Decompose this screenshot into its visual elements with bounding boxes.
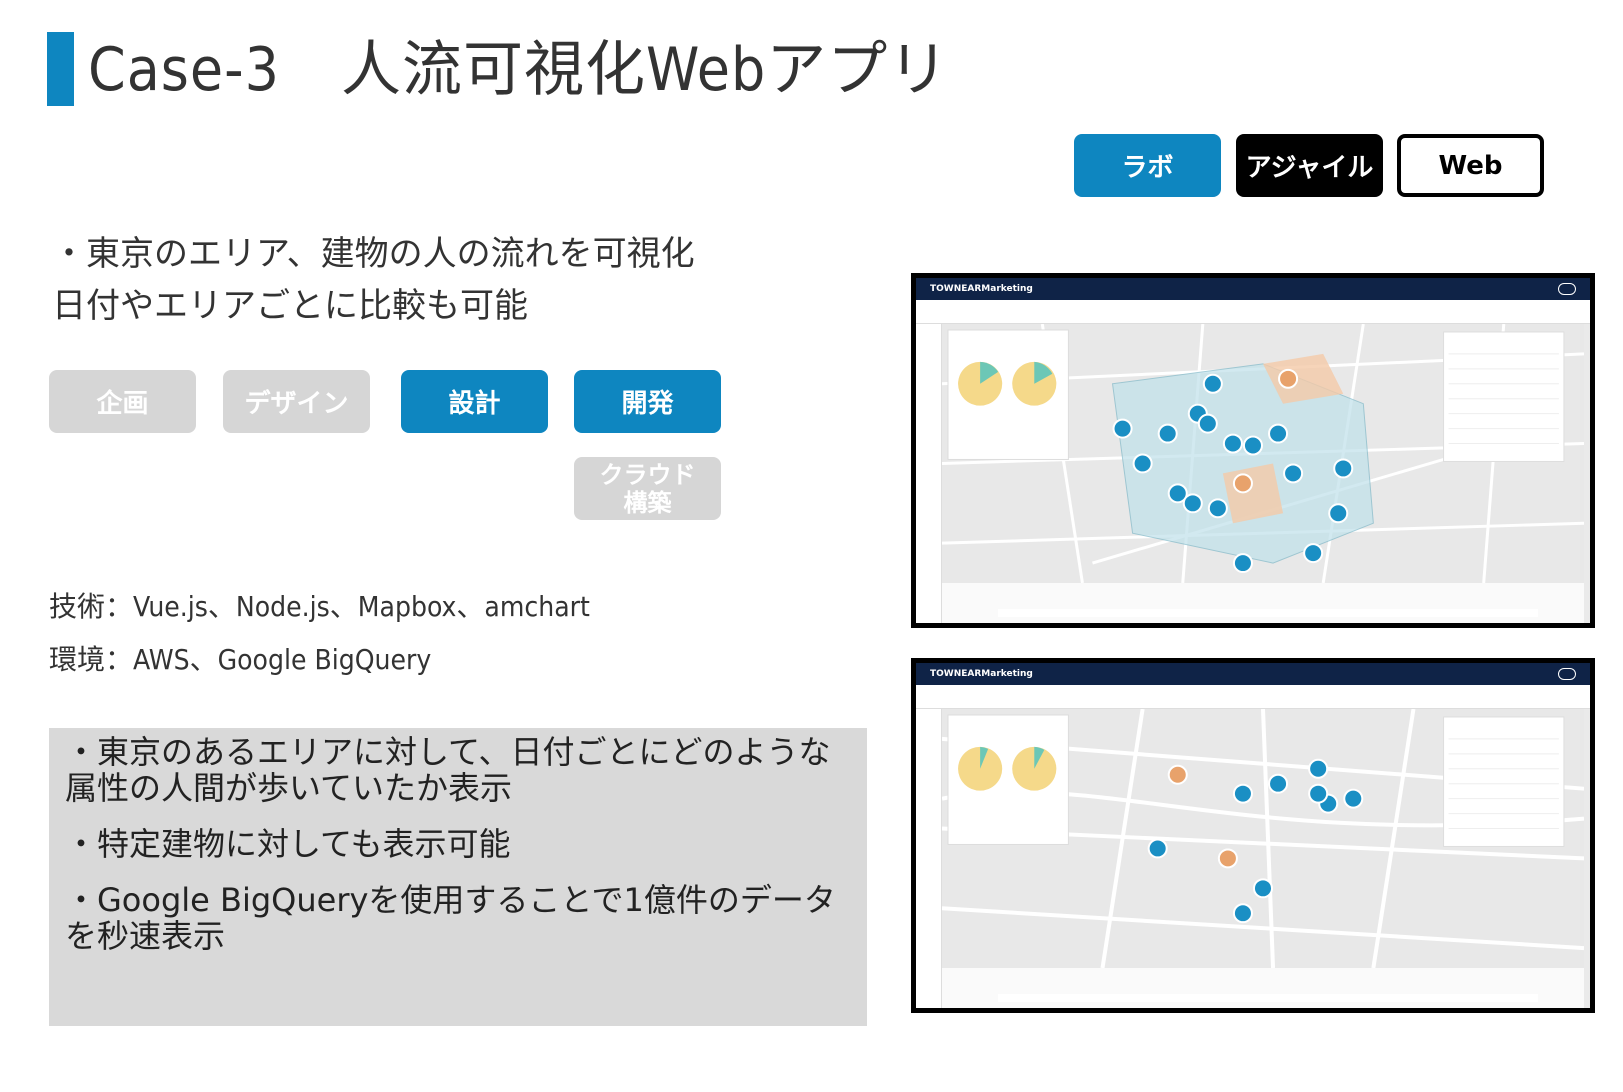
app-name: TOWNEARMarketing [930,669,1033,679]
feature-item: ・東京のあるエリアに対して、日付ごとにどのような属性の人間が歩いていたか表示 [65,733,831,807]
tag-agile: アジャイル [1236,134,1383,197]
phase-architecture: 設計 [401,370,548,433]
bottom-panel-card [998,609,1538,617]
tech-stack: 技術：Vue.js、Node.js、Mapbox、amchart [49,590,590,623]
filter-bar [916,685,1590,709]
phase-development: 開発 [574,370,721,433]
tech-env: 環境：AWS、Google BigQuery [49,643,432,676]
bottom-panel-card [998,994,1538,1002]
title-accent-bar [47,32,74,106]
phase-design: デザイン [223,370,370,433]
phase-cloud: クラウド 構築 [574,457,721,520]
app-screenshot-building: TOWNEARMarketing [911,658,1595,1013]
feature-item: ・Google BigQueryを使用することで1億件のデータを秒速表示 [65,881,836,955]
map-image [942,324,1584,583]
left-rail [916,324,942,623]
page-title: Case-3 人流可視化Webアプリ [88,35,950,105]
phase-cloud-line-2: 構築 [623,488,672,517]
filter-bar [916,300,1590,324]
phase-cloud-line-1: クラウド [599,460,696,489]
app-screenshot-area: TOWNEARMarketing [911,273,1595,628]
left-rail [916,709,942,1008]
map-image [942,709,1584,968]
bottom-panel [942,583,1584,623]
tag-labo: ラボ [1074,134,1221,197]
app-header-button [1558,283,1576,295]
app-header: TOWNEARMarketing [916,663,1590,685]
app-name: TOWNEARMarketing [930,284,1033,294]
app-header-button [1558,668,1576,680]
feature-box: ・東京のあるエリアに対して、日付ごとにどのような属性の人間が歩いていたか表示 ・… [49,728,867,1026]
description: ・東京のエリア、建物の人の流れを可視化 日付やエリアごとに比較も可能 [52,228,695,332]
bottom-panel [942,968,1584,1008]
phase-planning: 企画 [49,370,196,433]
app-header: TOWNEARMarketing [916,278,1590,300]
description-line-2: 日付やエリアごとに比較も可能 [52,286,528,326]
feature-item: ・特定建物に対しても表示可能 [65,825,511,863]
description-line-1: ・東京のエリア、建物の人の流れを可視化 [52,234,695,274]
tag-web: Web [1397,134,1544,197]
